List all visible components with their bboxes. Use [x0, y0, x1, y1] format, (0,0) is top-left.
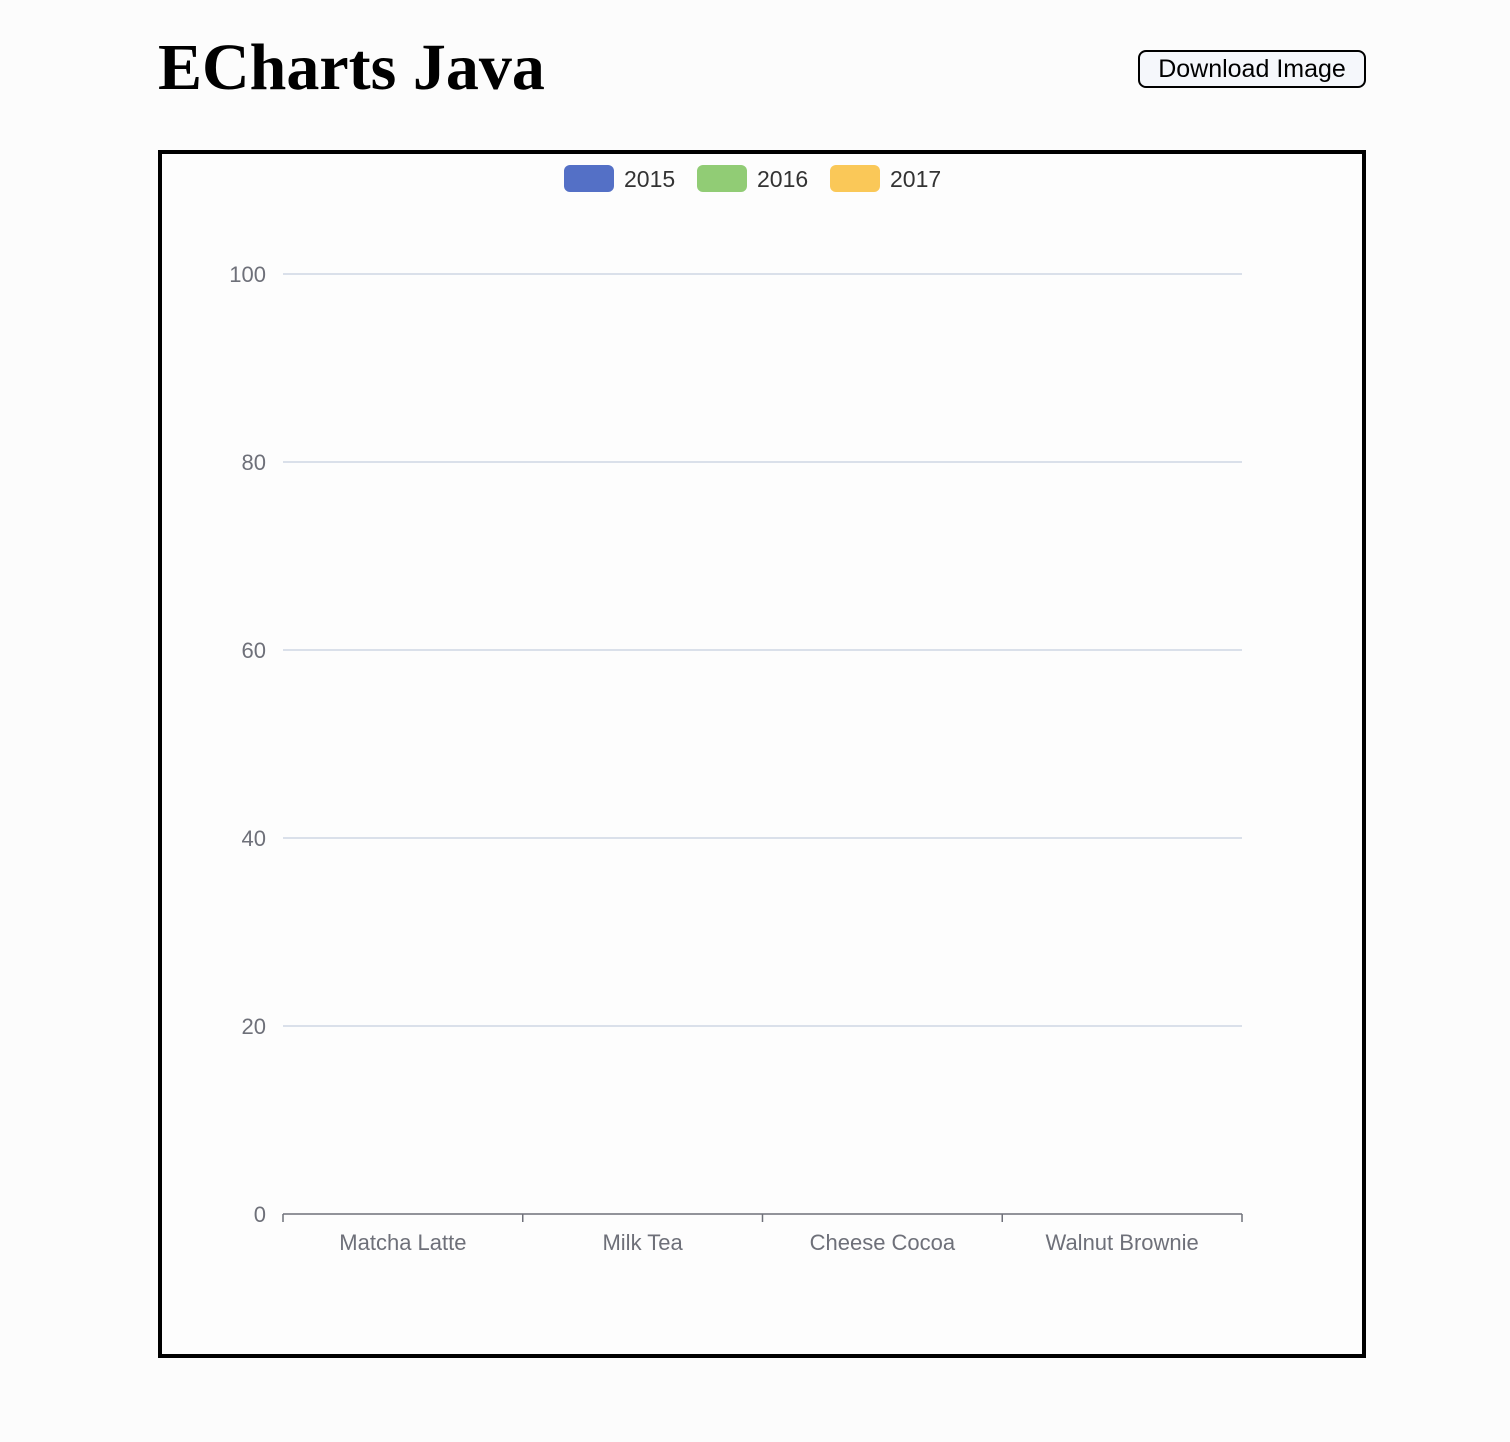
- download-image-button[interactable]: Download Image: [1138, 50, 1366, 88]
- legend-label: 2016: [757, 166, 808, 192]
- legend-label: 2015: [624, 166, 675, 192]
- legend-swatch: [830, 165, 880, 192]
- page-title: ECharts Java: [158, 31, 545, 104]
- legend-swatch: [564, 165, 614, 192]
- chart-container: [158, 150, 1366, 1358]
- legend-swatch: [697, 165, 747, 192]
- legend-label: 2017: [890, 166, 941, 192]
